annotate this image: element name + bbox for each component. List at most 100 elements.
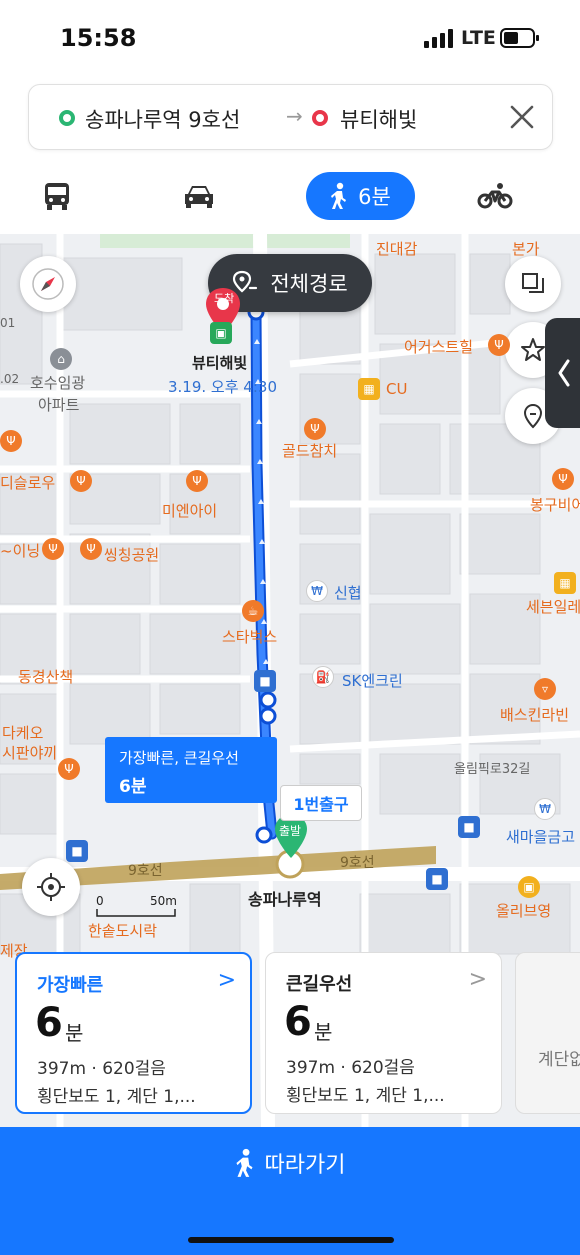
- poi-label: 골드참치: [282, 442, 338, 460]
- destination-label[interactable]: 뷰티해빛: [192, 352, 247, 373]
- destination-datetime: 3.19. 오후 4:30: [168, 378, 277, 396]
- bus-stop-icon: ■: [458, 816, 480, 838]
- origin-field[interactable]: 송파나루역 9호선: [85, 104, 240, 134]
- layers-button[interactable]: [505, 256, 561, 312]
- poi-label: 다케오: [2, 724, 44, 742]
- restaurant-icon: Ψ: [304, 418, 326, 440]
- chevron-right-icon: >: [217, 968, 236, 993]
- route-search-box[interactable]: 송파나루역 9호선 → 뷰티해빛: [28, 84, 553, 150]
- route-card-main-road[interactable]: 큰길우선 > 6 분 397m · 620걸음 횡단보도 1, 계단 1,...: [265, 952, 502, 1114]
- poi-label: 올리브영: [496, 902, 552, 920]
- poi-label: 새마을금고: [506, 828, 576, 846]
- tab-bike[interactable]: [474, 172, 516, 220]
- subway-line-label: 9호선: [128, 863, 163, 879]
- restaurant-icon: Ψ: [488, 334, 510, 356]
- route-card-distance: 397m · 620걸음: [286, 1058, 415, 1078]
- poi-label: 어거스트힐: [404, 338, 474, 356]
- tab-transit[interactable]: [36, 172, 78, 220]
- poi-label: 동경산책: [18, 668, 74, 686]
- store-icon: ▦: [554, 572, 576, 594]
- origin-dot-icon: [59, 110, 75, 126]
- signal-icon: [424, 29, 453, 48]
- restaurant-icon: Ψ: [186, 470, 208, 492]
- destination-field[interactable]: 뷰티해빛: [340, 104, 417, 134]
- poi-label: 미엔아이: [162, 502, 218, 520]
- restaurant-icon: Ψ: [552, 468, 574, 490]
- poi-label: SK엔크린: [342, 672, 403, 690]
- station-label[interactable]: 송파나루역: [248, 886, 322, 910]
- poi-label: 세븐일레: [526, 598, 580, 616]
- poi-label: 스타벅스: [222, 628, 278, 646]
- poi-label: ~이닝: [0, 542, 41, 560]
- full-route-label: 전체경로: [270, 272, 348, 296]
- pin-outline-icon: [523, 403, 543, 429]
- poi-label: 디슬로우: [0, 474, 56, 492]
- poi-label: .02: [0, 372, 20, 386]
- layers-icon: [522, 273, 544, 293]
- crosshair-icon: [37, 873, 65, 901]
- bank-icon: ₩: [306, 580, 328, 602]
- poi-label: 아파트: [38, 396, 80, 414]
- scale-bar: [96, 909, 176, 917]
- exit-label: 1번출구: [280, 785, 362, 821]
- restaurant-icon: Ψ: [70, 470, 92, 492]
- transport-mode-tabs: 6분: [0, 160, 580, 232]
- destination-dot-icon: [312, 110, 328, 126]
- departure-tag: 출발: [279, 824, 302, 838]
- route-card-no-stairs[interactable]: 계단없: [515, 952, 580, 1114]
- chevron-right-icon: >: [468, 967, 487, 992]
- poi-label: 01: [0, 316, 16, 330]
- scale-value: 50m: [150, 894, 177, 908]
- follow-route-button[interactable]: 따라가기: [0, 1127, 580, 1255]
- poi-label: 씽칭공원: [104, 546, 160, 564]
- poi-label: 시판야끼: [2, 744, 58, 762]
- poi-label: 호수임광: [30, 374, 86, 392]
- apartment-icon: ⌂: [50, 348, 72, 370]
- route-card-detail: 횡단보도 1, 계단 1,...: [37, 1087, 196, 1107]
- bike-icon: [477, 183, 513, 209]
- restaurant-icon: Ψ: [0, 430, 22, 452]
- network-label: LTE: [461, 27, 496, 49]
- walk-time-label: 6분: [358, 185, 391, 209]
- route-tooltip[interactable]: 가장빠른, 큰길우선 6분: [105, 737, 277, 803]
- restaurant-icon: Ψ: [58, 758, 80, 780]
- poi-label: 배스킨라빈: [500, 706, 570, 724]
- subway-line-label: 9호선: [340, 855, 375, 871]
- bus-stop-icon: ■: [66, 840, 88, 862]
- poi-label: 진대감: [376, 240, 418, 258]
- cafe-icon: ☕: [242, 600, 264, 622]
- arrow-icon: →: [286, 104, 303, 128]
- scale-zero: 0: [96, 894, 104, 908]
- route-card-title: 큰길우선: [286, 974, 353, 995]
- chevron-left-icon: [558, 359, 570, 387]
- restaurant-icon: Ψ: [80, 538, 102, 560]
- dessert-icon: ▿: [534, 678, 556, 700]
- restaurant-icon: Ψ: [42, 538, 64, 560]
- route-cards: 가장빠른 > 6 분 397m · 620걸음 횡단보도 1, 계단 1,...…: [0, 952, 580, 1127]
- poi-label: 본가: [512, 240, 540, 258]
- route-tooltip-title: 가장빠른, 큰길우선: [119, 749, 239, 767]
- route-card-fastest[interactable]: 가장빠른 > 6 분 397m · 620걸음 횡단보도 1, 계단 1,...: [15, 952, 252, 1114]
- status-bar: 15:58 LTE: [0, 0, 580, 78]
- route-card-unit: 분: [65, 1021, 84, 1045]
- current-location-button[interactable]: [22, 858, 80, 916]
- poi-label: 신협: [334, 584, 362, 602]
- road-label: 올림픽로32길: [454, 762, 531, 777]
- route-card-distance: 397m · 620걸음: [37, 1059, 166, 1079]
- route-card-detail: 횡단보도 1, 계단 1,...: [286, 1086, 445, 1106]
- compass-button[interactable]: [20, 256, 76, 312]
- home-indicator: [188, 1237, 394, 1243]
- side-panel-handle[interactable]: [545, 318, 580, 428]
- bus-stop-icon: ■: [254, 670, 276, 692]
- poi-label: 봉구비어: [530, 496, 580, 514]
- close-icon[interactable]: [504, 99, 540, 135]
- walk-icon: [331, 182, 347, 209]
- bus-stop-icon: ■: [426, 868, 448, 890]
- status-time: 15:58: [60, 24, 137, 52]
- tab-car[interactable]: [178, 172, 220, 220]
- route-card-unit: 분: [314, 1020, 333, 1044]
- route-card-minutes: 6: [284, 999, 312, 1045]
- gas-station-icon: ⛽: [312, 666, 334, 688]
- tab-walk[interactable]: 6분: [306, 172, 415, 220]
- bank-icon: ₩: [534, 798, 556, 820]
